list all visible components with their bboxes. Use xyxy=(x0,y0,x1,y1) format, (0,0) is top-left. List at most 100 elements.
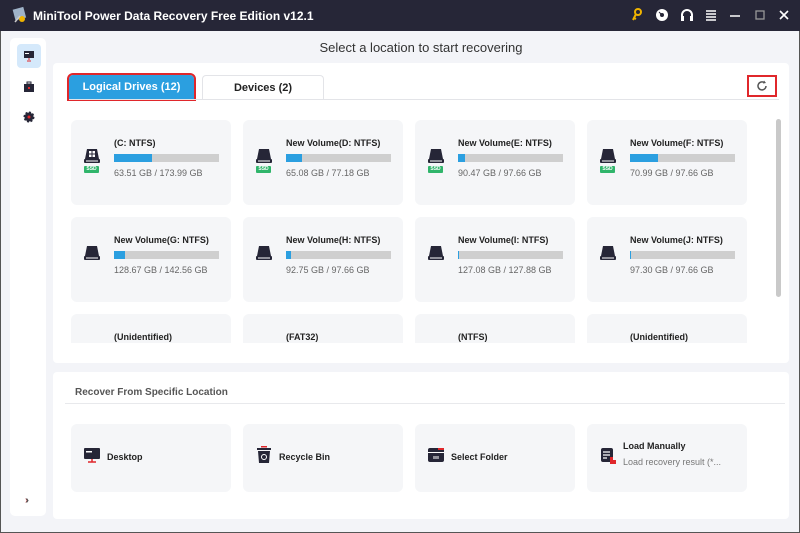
usage-bar xyxy=(114,154,219,162)
drive-card[interactable]: SSD New Volume(F: NTFS) 70.99 GB / 97.66 G… xyxy=(587,120,747,205)
usage-bar xyxy=(114,251,219,259)
drive-card[interactable]: New Volume(I: NTFS) 127.08 GB / 127.88 GB xyxy=(415,217,575,302)
key-icon[interactable] xyxy=(629,7,645,23)
drive-card[interactable]: SSD New Volume(E: NTFS) 90.47 GB / 97.66 G… xyxy=(415,120,575,205)
drive-icon xyxy=(600,246,616,260)
ssd-badge: SSD xyxy=(428,166,443,173)
toolbox-icon xyxy=(24,81,34,92)
location-load-manually[interactable]: Load Manually Load recovery result (*... xyxy=(587,424,747,492)
location-label: Recycle Bin xyxy=(279,452,331,462)
minimize-icon[interactable] xyxy=(727,7,743,23)
drive-size: 70.99 GB / 97.66 GB xyxy=(630,168,714,178)
drive-card[interactable]: (Unidentified) xyxy=(71,314,231,343)
tab-logical-drives[interactable]: Logical Drives (12) xyxy=(67,73,196,101)
specific-location-panel: Recover From Specific Location Desktop R… xyxy=(53,372,789,519)
drive-name: (Unidentified) xyxy=(114,332,172,342)
usage-bar-fill xyxy=(630,154,659,162)
location-select-folder[interactable]: Select Folder xyxy=(415,424,575,492)
refresh-icon xyxy=(757,80,767,91)
location-sublabel: Load recovery result (*... xyxy=(623,457,722,467)
drive-name: (FAT32) xyxy=(286,332,319,342)
app-logo-icon xyxy=(12,6,27,23)
section-title: Recover From Specific Location xyxy=(75,387,228,398)
drive-icon xyxy=(428,246,444,260)
folder-icon xyxy=(428,448,444,462)
drive-icon xyxy=(256,246,272,260)
drive-card[interactable]: New Volume(H: NTFS) 92.75 GB / 97.66 GB xyxy=(243,217,403,302)
double-chevron-right-icon[interactable]: ››› xyxy=(25,495,28,506)
tab-devices[interactable]: Devices (2) xyxy=(202,75,324,99)
title-bar: MiniTool Power Data Recovery Free Editio… xyxy=(0,0,800,31)
drive-card[interactable]: (FAT32) xyxy=(243,314,403,343)
drive-name: (Unidentified) xyxy=(630,332,688,342)
usage-bar-fill xyxy=(286,251,292,259)
location-label: Desktop xyxy=(107,452,143,462)
usage-bar-fill xyxy=(114,154,153,162)
load-file-icon xyxy=(601,448,616,464)
app-title: MiniTool Power Data Recovery Free Editio… xyxy=(33,9,314,23)
sidebar xyxy=(10,38,46,516)
usage-bar-fill xyxy=(458,251,459,259)
ssd-badge: SSD xyxy=(84,166,99,173)
menu-icon[interactable] xyxy=(703,7,719,23)
sidebar-item-this-pc[interactable] xyxy=(17,44,41,68)
usage-bar xyxy=(286,154,391,162)
desktop-icon xyxy=(84,448,100,463)
scrollbar[interactable] xyxy=(776,119,781,297)
usage-bar xyxy=(630,251,735,259)
drive-name: New Volume(J: NTFS) xyxy=(630,235,723,245)
drive-size: 63.51 GB / 173.99 GB xyxy=(114,168,203,178)
recycle-bin-icon xyxy=(257,446,271,463)
ssd-badge: SSD xyxy=(256,166,271,173)
drive-size: 97.30 GB / 97.66 GB xyxy=(630,265,714,275)
page-heading: Select a location to start recovering xyxy=(319,40,523,55)
drive-size: 127.08 GB / 127.88 GB xyxy=(458,265,552,275)
drive-icon xyxy=(84,246,100,260)
drive-size: 92.75 GB / 97.66 GB xyxy=(286,265,370,275)
drive-grid: SSD (C: NTFS) 63.51 GB / 173.99 GB SSD New V… xyxy=(71,120,761,343)
gear-icon xyxy=(23,111,35,123)
close-icon[interactable] xyxy=(776,7,792,23)
drive-card[interactable]: (NTFS) xyxy=(415,314,575,343)
drive-size: 128.67 GB / 142.56 GB xyxy=(114,265,208,275)
drive-card[interactable]: (Unidentified) xyxy=(587,314,747,343)
drive-card[interactable]: New Volume(G: NTFS) 128.67 GB / 142.56 GB xyxy=(71,217,231,302)
sidebar-item-toolkit[interactable] xyxy=(17,75,41,99)
drive-icon xyxy=(600,149,616,163)
usage-bar-fill xyxy=(114,251,125,259)
ssd-badge: SSD xyxy=(600,166,615,173)
usage-bar xyxy=(458,251,563,259)
drive-name: (NTFS) xyxy=(458,332,488,342)
usage-bar xyxy=(286,251,391,259)
usage-bar xyxy=(458,154,563,162)
maximize-icon[interactable] xyxy=(752,7,768,23)
drive-card[interactable]: SSD New Volume(D: NTFS) 65.08 GB / 77.18 G… xyxy=(243,120,403,205)
location-label: Load Manually xyxy=(623,441,686,451)
location-desktop[interactable]: Desktop xyxy=(71,424,231,492)
drive-name: (C: NTFS) xyxy=(114,138,156,148)
section-divider xyxy=(65,403,785,404)
drive-size: 65.08 GB / 77.18 GB xyxy=(286,168,370,178)
disc-icon[interactable] xyxy=(654,7,670,23)
drive-card[interactable]: SSD (C: NTFS) 63.51 GB / 173.99 GB xyxy=(71,120,231,205)
drive-name: New Volume(I: NTFS) xyxy=(458,235,549,245)
headphones-icon[interactable] xyxy=(679,7,695,23)
drive-icon xyxy=(256,149,272,163)
usage-bar-fill xyxy=(286,154,302,162)
drive-name: New Volume(G: NTFS) xyxy=(114,235,209,245)
usage-bar xyxy=(630,154,735,162)
drive-name: New Volume(E: NTFS) xyxy=(458,138,552,148)
drive-name: New Volume(F: NTFS) xyxy=(630,138,724,148)
tab-divider xyxy=(69,99,779,100)
drive-size: 90.47 GB / 97.66 GB xyxy=(458,168,542,178)
usage-bar-fill xyxy=(458,154,466,162)
sidebar-item-settings[interactable] xyxy=(17,105,41,129)
refresh-button[interactable] xyxy=(747,75,777,97)
location-label: Select Folder xyxy=(451,452,508,462)
drives-panel: Logical Drives (12) Devices (2) SSD (C: N… xyxy=(53,63,789,363)
drive-name: New Volume(H: NTFS) xyxy=(286,235,381,245)
location-recycle-bin[interactable]: Recycle Bin xyxy=(243,424,403,492)
monitor-icon xyxy=(24,51,34,62)
drive-card[interactable]: New Volume(J: NTFS) 97.30 GB / 97.66 GB xyxy=(587,217,747,302)
drive-icon xyxy=(428,149,444,163)
